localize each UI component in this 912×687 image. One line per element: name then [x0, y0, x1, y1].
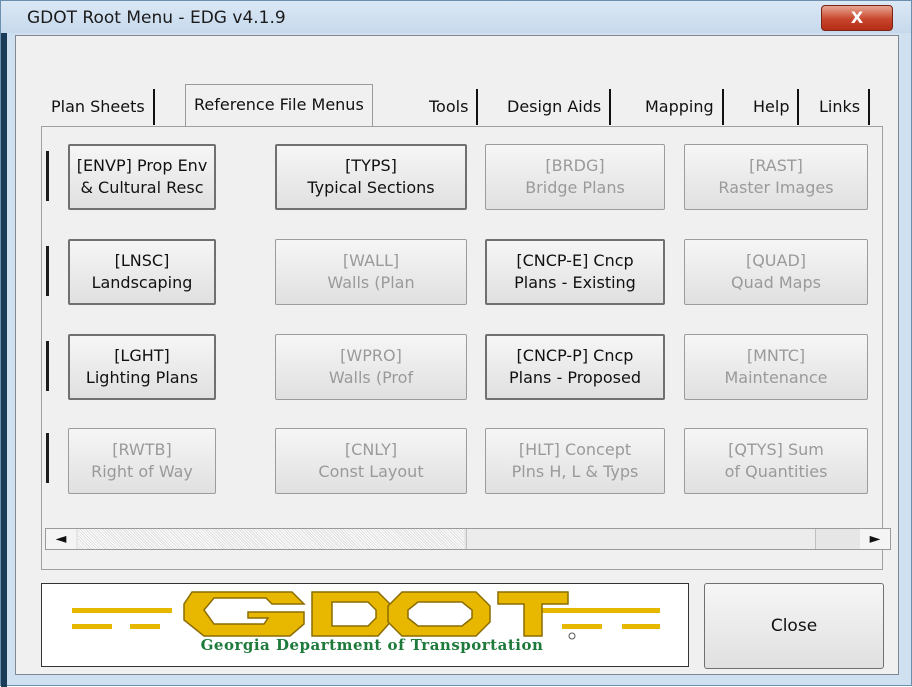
mntc-button[interactable]: [MNTC] Maintenance	[684, 334, 868, 400]
typs-button[interactable]: [TYPS] Typical Sections	[275, 144, 467, 210]
horizontal-scrollbar[interactable]: ◄ ►	[45, 528, 891, 550]
button-label-line2: Raster Images	[718, 178, 834, 197]
button-label-line2: Typical Sections	[307, 178, 435, 197]
tab-help[interactable]: Help	[745, 89, 800, 125]
button-label-line1: [LGHT]	[114, 346, 170, 365]
button-label-line2: Plns H, L & Typs	[511, 462, 639, 481]
window-title: GDOT Root Menu - EDG v4.1.9	[27, 8, 286, 28]
dialog-window: GDOT Root Menu - EDG v4.1.9 X Plan Sheet…	[0, 0, 912, 687]
wpro-button[interactable]: [WPRO] Walls (Prof	[275, 334, 467, 400]
button-label-line1: [ENVP] Prop Env	[76, 156, 208, 175]
button-label-line1: [RWTB]	[112, 440, 172, 459]
button-label-line2: Maintenance	[724, 368, 828, 387]
rast-button[interactable]: [RAST] Raster Images	[684, 144, 868, 210]
brdg-button[interactable]: [BRDG] Bridge Plans	[485, 144, 665, 210]
button-label-line2: Const Layout	[318, 462, 424, 481]
button-label-line2: Bridge Plans	[525, 178, 625, 197]
button-label-line1: [MNTC]	[746, 346, 806, 365]
qtys-button[interactable]: [QTYS] Sum of Quantities	[684, 428, 868, 494]
button-label-line1: [RAST]	[749, 156, 803, 175]
tab-mapping[interactable]: Mapping	[637, 89, 724, 125]
cnly-button[interactable]: [CNLY] Const Layout	[275, 428, 467, 494]
button-label-line1: [WPRO]	[340, 346, 402, 365]
button-label-line2: Quad Maps	[731, 273, 821, 292]
tab-reference-file-menus[interactable]: Reference File Menus	[185, 84, 373, 126]
button-label-line1: [HLT] Concept	[518, 440, 632, 459]
button-label-line1: [BRDG]	[545, 156, 605, 175]
tab-links[interactable]: Links	[811, 89, 871, 125]
rwtb-button[interactable]: [RWTB] Right of Way	[68, 428, 216, 494]
button-label-line2: of Quantities	[724, 462, 828, 481]
lnsc-button[interactable]: [LNSC] Landscaping	[68, 239, 216, 305]
button-label-line1: [WALL]	[342, 251, 400, 270]
scrollbar-track[interactable]	[78, 529, 464, 549]
button-label-line2: Landscaping	[91, 273, 193, 292]
button-label-line2: Plans - Existing	[514, 273, 636, 292]
button-label-line1: [CNCP-E] Cncp	[516, 251, 634, 270]
logo-tagline: Georgia Department of Transportation	[200, 636, 544, 654]
scroll-right-arrow-icon[interactable]: ►	[860, 529, 890, 549]
row-marker	[46, 151, 49, 201]
button-label-line1: [CNLY]	[344, 440, 398, 459]
close-button[interactable]: Close	[704, 583, 884, 669]
row-marker	[46, 433, 49, 483]
tab-plan-sheets[interactable]: Plan Sheets	[43, 89, 155, 125]
envp-button[interactable]: [ENVP] Prop Env & Cultural Resc	[68, 144, 216, 210]
gdot-logo: Georgia Department of Transportation	[41, 583, 689, 667]
button-label-line1: [CNCP-P] Cncp	[516, 346, 634, 365]
button-label-line2: & Cultural Resc	[80, 178, 204, 197]
title-bar[interactable]: GDOT Root Menu - EDG v4.1.9 X	[1, 1, 911, 33]
wall-button[interactable]: [WALL] Walls (Plan	[275, 239, 467, 305]
button-label-line2: Walls (Prof	[328, 368, 414, 387]
row-marker	[46, 246, 49, 296]
button-label-line2: Plans - Proposed	[509, 368, 641, 387]
close-icon: X	[850, 8, 864, 27]
button-label-line1: [LNSC]	[114, 251, 170, 270]
window-left-edge	[1, 33, 7, 687]
button-label-line2: Right of Way	[91, 462, 193, 481]
scrollbar-thumb[interactable]	[466, 529, 816, 549]
button-label-line1: [QTYS] Sum	[728, 440, 824, 459]
cncp-p-button[interactable]: [CNCP-P] Cncp Plans - Proposed	[485, 334, 665, 400]
button-label-line1: [QUAD]	[745, 251, 807, 270]
hlt-button[interactable]: [HLT] Concept Plns H, L & Typs	[485, 428, 665, 494]
quad-button[interactable]: [QUAD] Quad Maps	[684, 239, 868, 305]
tab-tools[interactable]: Tools	[421, 89, 479, 125]
button-label-line1: [TYPS]	[345, 156, 397, 175]
button-label-line2: Lighting Plans	[85, 368, 199, 387]
button-label-line2: Walls (Plan	[327, 273, 415, 292]
cncp-e-button[interactable]: [CNCP-E] Cncp Plans - Existing	[485, 239, 665, 305]
tab-design-aids[interactable]: Design Aids	[499, 89, 612, 125]
lght-button[interactable]: [LGHT] Lighting Plans	[68, 334, 216, 400]
scroll-left-arrow-icon[interactable]: ◄	[46, 529, 76, 549]
row-marker	[46, 341, 49, 391]
window-close-button[interactable]: X	[821, 5, 893, 31]
